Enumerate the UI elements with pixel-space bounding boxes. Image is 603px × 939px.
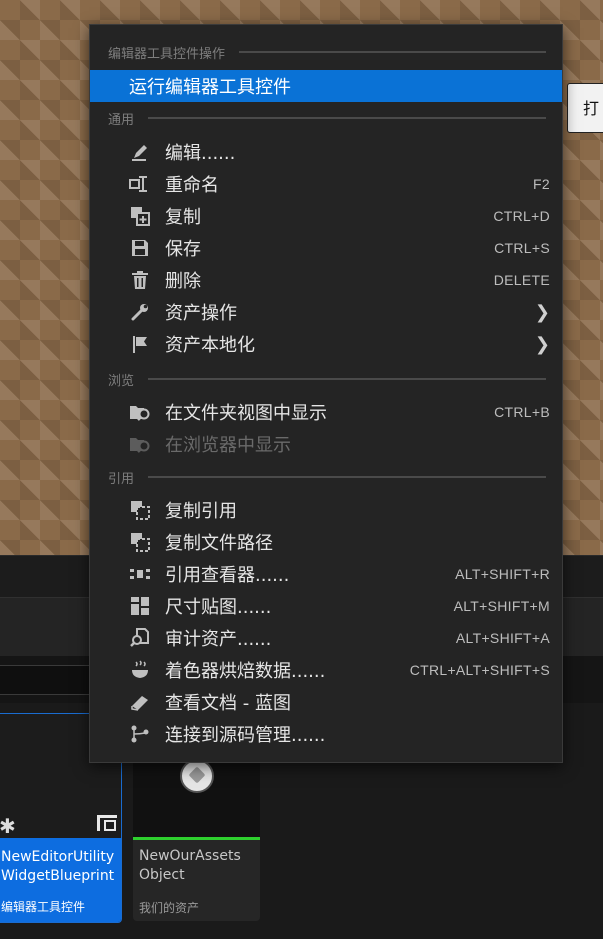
menu-item-label: 引用查看器...... xyxy=(165,565,290,586)
connect-source-control-item[interactable]: 连接到源码管理...... xyxy=(90,718,562,750)
show-in-folder-view-item[interactable]: 在文件夹视图中显示 CTRL+B xyxy=(90,396,562,428)
view-documentation-item[interactable]: 查看文档 - 蓝图 xyxy=(90,686,562,718)
menu-item-label: 保存 xyxy=(165,239,201,260)
menu-item-label: 编辑...... xyxy=(165,143,236,164)
asset-color-bar xyxy=(133,837,260,840)
section-label: 引用 xyxy=(108,471,135,487)
run-editor-utility-widget-item[interactable]: 运行编辑器工具控件 xyxy=(90,70,562,102)
menu-item-label: 查看文档 - 蓝图 xyxy=(165,693,291,714)
section-label: 浏览 xyxy=(108,373,135,389)
audit-icon xyxy=(129,627,151,649)
asset-context-menu: 编辑器工具控件操作 运行编辑器工具控件 通用 编辑...... 重命名 F2 复… xyxy=(89,24,563,763)
shortcut-label: ALT+SHIFT+M xyxy=(453,598,550,614)
asset-actions-item[interactable]: 资产操作 ❯ xyxy=(90,296,562,328)
shortcut-label: DELETE xyxy=(493,272,550,288)
save-icon xyxy=(129,237,151,259)
shortcut-label: CTRL+B xyxy=(494,404,550,420)
reference-viewer-icon xyxy=(129,563,151,585)
trash-icon xyxy=(129,269,151,291)
duplicate-icon xyxy=(129,205,151,227)
copy-path-icon xyxy=(129,531,151,553)
shortcut-label: CTRL+D xyxy=(493,208,550,224)
menu-item-label: 尺寸贴图...... xyxy=(165,597,272,618)
menu-item-label: 连接到源码管理...... xyxy=(165,725,326,746)
menu-item-label: 运行编辑器工具控件 xyxy=(129,77,291,98)
chevron-right-icon: ❯ xyxy=(534,333,550,355)
size-map-icon xyxy=(129,595,151,617)
shortcut-label: ALT+SHIFT+R xyxy=(455,566,550,582)
copy-file-path-item[interactable]: 复制文件路径 xyxy=(90,526,562,558)
menu-item-label: 着色器烘焙数据...... xyxy=(165,661,326,682)
rename-item[interactable]: 重命名 F2 xyxy=(90,168,562,200)
section-label: 编辑器工具控件操作 xyxy=(108,46,226,62)
rename-icon xyxy=(129,173,151,195)
shortcut-label: CTRL+S xyxy=(494,240,550,256)
asset-type: 编辑器工具控件 xyxy=(1,900,86,914)
folder-search-icon xyxy=(129,433,151,455)
shortcut-label: CTRL+ALT+SHIFT+S xyxy=(409,662,550,678)
asset-type: 我们的资产 xyxy=(139,901,200,915)
docs-icon xyxy=(129,691,151,713)
copy-reference-item[interactable]: 复制引用 xyxy=(90,494,562,526)
folder-search-icon xyxy=(129,401,151,423)
section-label: 通用 xyxy=(108,112,135,128)
chevron-right-icon: ❯ xyxy=(534,301,550,323)
object-icon xyxy=(180,759,214,793)
asset-name: NewOurAssets Object xyxy=(139,848,241,883)
menu-item-label: 在浏览器中显示 xyxy=(165,435,291,456)
edit-item[interactable]: 编辑...... xyxy=(90,136,562,168)
source-control-icon xyxy=(129,723,151,745)
asset-name: NewEditorUtility WidgetBlueprint xyxy=(1,849,115,884)
widget-blueprint-icon xyxy=(97,815,117,831)
audit-assets-item[interactable]: 审计资产...... ALT+SHIFT+A xyxy=(90,622,562,654)
copy-reference-icon xyxy=(129,499,151,521)
delete-item[interactable]: 删除 DELETE xyxy=(90,264,562,296)
shortcut-label: F2 xyxy=(533,176,550,192)
size-map-item[interactable]: 尺寸贴图...... ALT+SHIFT+M xyxy=(90,590,562,622)
asset-info: NewEditorUtility WidgetBlueprint 编辑器工具控件 xyxy=(0,838,121,922)
wrench-icon xyxy=(129,301,151,323)
viewport-popup-button[interactable]: 打 xyxy=(567,83,603,133)
reference-viewer-item[interactable]: 引用查看器...... ALT+SHIFT+R xyxy=(90,558,562,590)
menu-item-label: 审计资产...... xyxy=(165,629,272,650)
pencil-icon xyxy=(129,141,151,163)
shader-cook-icon xyxy=(129,659,151,681)
menu-item-label: 资产本地化 xyxy=(165,335,255,356)
shader-cook-data-item[interactable]: 着色器烘焙数据...... CTRL+ALT+SHIFT+S xyxy=(90,654,562,686)
menu-item-label: 重命名 xyxy=(165,175,219,196)
section-browse: 浏览 xyxy=(108,370,546,389)
duplicate-item[interactable]: 复制 CTRL+D xyxy=(90,200,562,232)
section-editor-tools: 编辑器工具控件操作 xyxy=(108,43,546,62)
menu-item-label: 复制引用 xyxy=(165,501,237,522)
section-common: 通用 xyxy=(108,109,546,128)
menu-item-label: 删除 xyxy=(165,271,201,292)
menu-item-label: 复制 xyxy=(165,207,201,228)
shortcut-label: ALT+SHIFT+A xyxy=(455,630,550,646)
modified-star-icon: ✱ xyxy=(0,814,16,838)
menu-item-label: 复制文件路径 xyxy=(165,533,273,554)
menu-item-label: 资产操作 xyxy=(165,303,237,324)
menu-item-label: 在文件夹视图中显示 xyxy=(165,403,327,424)
save-item[interactable]: 保存 CTRL+S xyxy=(90,232,562,264)
show-in-browser-item: 在浏览器中显示 xyxy=(90,428,562,460)
flag-icon xyxy=(129,333,151,355)
section-reference: 引用 xyxy=(108,468,546,487)
asset-localization-item[interactable]: 资产本地化 ❯ xyxy=(90,328,562,360)
